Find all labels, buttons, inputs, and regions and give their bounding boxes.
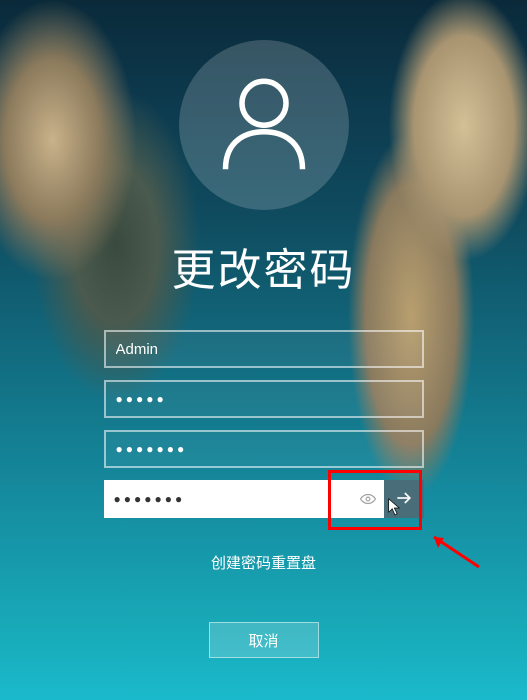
username-input[interactable] xyxy=(104,330,424,368)
login-change-password-panel: 更改密码 ●●●●● ●●●●●●● ●●●●●●● xyxy=(0,0,527,700)
cancel-button[interactable]: 取消 xyxy=(209,622,319,658)
confirm-password-input[interactable]: ●●●●●●● xyxy=(104,480,384,518)
password-mask: ●●●●● xyxy=(116,392,167,406)
user-icon xyxy=(209,68,319,183)
create-password-reset-disk-link[interactable]: 创建密码重置盘 xyxy=(211,552,316,574)
avatar xyxy=(179,40,349,210)
old-password-input[interactable]: ●●●●● xyxy=(104,380,424,418)
new-password-input[interactable]: ●●●●●●● xyxy=(104,430,424,468)
annotation-arrow-icon xyxy=(424,532,484,572)
arrow-right-icon xyxy=(394,488,414,511)
eye-icon[interactable] xyxy=(358,489,378,509)
password-mask: ●●●●●●● xyxy=(116,442,188,456)
submit-button[interactable] xyxy=(384,480,424,518)
page-title: 更改密码 xyxy=(172,234,356,298)
password-mask: ●●●●●●● xyxy=(114,492,186,506)
